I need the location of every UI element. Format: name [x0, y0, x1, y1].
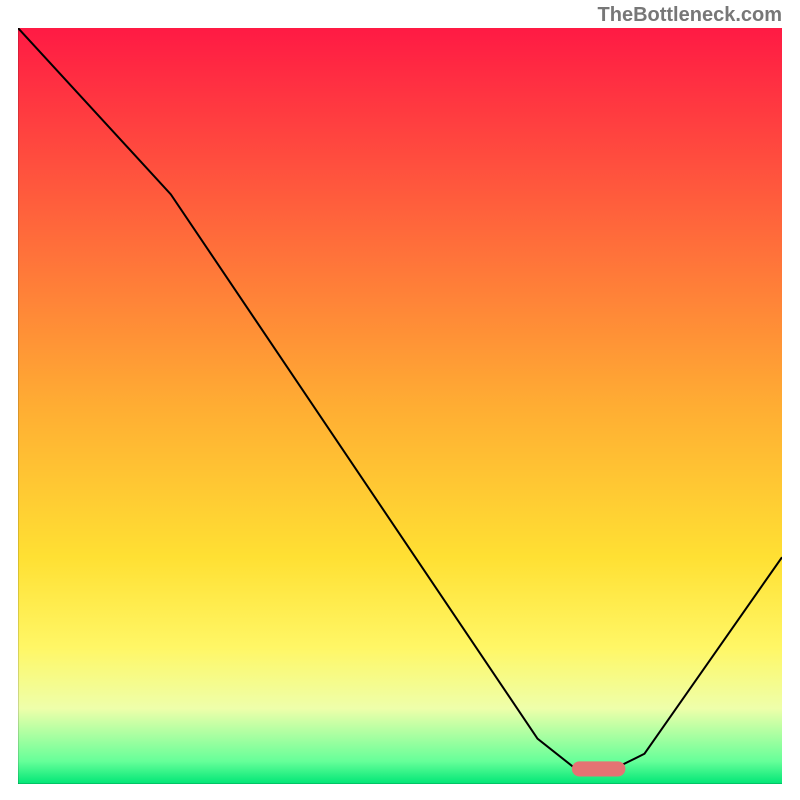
chart-container: [18, 28, 782, 784]
watermark-text: TheBottleneck.com: [598, 4, 782, 27]
chart-svg: [18, 28, 782, 784]
optimal-point-marker: [572, 761, 625, 776]
chart-background: [18, 28, 782, 784]
